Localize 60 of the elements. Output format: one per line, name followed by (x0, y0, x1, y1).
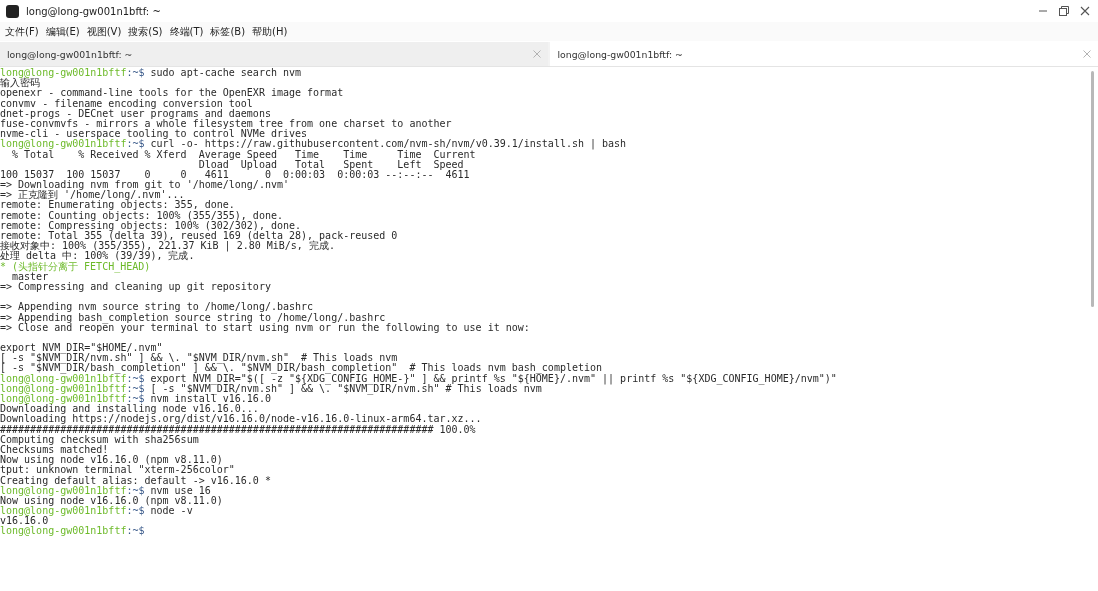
terminal-tab[interactable]: long@long-gw001n1bftf: ~ (549, 42, 1098, 66)
output-text: remote: Total 355 (delta 39), reused 169 (delta 28), pack-reused 0 (0, 230, 398, 241)
command-text: nvm install v16.16.0 (150, 393, 271, 404)
prompt-user: long@long-gw001n1bftf (0, 393, 127, 404)
output-text: [ -s "$NVM_DIR/nvm.sh" ] && \. "$NVM_DIR/nvm.sh" # This loads nvm (0, 352, 398, 364)
output-text: ######################################################################## 100.0% (0, 423, 476, 435)
prompt-path: :~$ (126, 67, 145, 78)
output-text: [ -s "$NVM_DIR/bash_completion" ] && \. "$NVM_DIR/bash_completion" # This loads nvm bash_completion (0, 362, 603, 374)
command-text: sudo apt-cache search nvm (149, 67, 302, 78)
prompt-path: :~$ (126, 382, 145, 394)
output-text: Creating default alias: default -> v16.16.0 * (0, 474, 271, 486)
output-text: nvme-cli - userspace tooling to control NVMe drives (0, 128, 308, 140)
menu-item[interactable]: 视图(V) (86, 24, 122, 39)
command-text: curl -o- https://raw.githubusercontent.com/nvm-sh/nvm/v0.39.1/install.sh | bash (150, 138, 627, 150)
output-text: remote: Counting objects: 100% (355/355), done. (0, 209, 283, 221)
output-text: => Compressing and cleaning up git repository (0, 280, 271, 292)
menu-item[interactable]: 编辑(E) (45, 24, 80, 39)
prompt-user: long@long-gw001n1bftf (0, 67, 127, 78)
menu-item[interactable]: 搜索(S) (128, 24, 163, 39)
prompt-user: long@long-gw001n1bftf (0, 525, 127, 537)
command-text: node -v (150, 505, 193, 517)
output-text: remote: Enumerating objects: 355, done. (0, 199, 235, 211)
terminal-tab[interactable]: long@long-gw001n1bftf: ~ (0, 42, 548, 66)
prompt-user: long@long-gw001n1bftf (0, 505, 127, 517)
output-text: => 正克隆到 '/home/long/.nvm'... (0, 189, 185, 201)
output-text: 处理 delta 中: 100% (39/39), 完成. (0, 250, 195, 262)
prompt-path: :~$ (126, 484, 145, 496)
command-text: nvm use 16 (149, 484, 211, 496)
output-text: Now using node v16.16.0 (npm v8.11.0) (0, 454, 223, 466)
prompt-user: long@long-gw001n1bftf (0, 372, 127, 384)
close-icon[interactable] (1080, 6, 1090, 16)
prompt-path: :~$ (126, 138, 145, 150)
terminal-app-icon (6, 4, 19, 18)
output-text: Downloading https://nodejs.org/dist/v16.16.0/node-v16.16.0-linux-arm64.tar.xz... (0, 413, 482, 425)
output-text: => Appending nvm source string to /home/long/.bashrc (0, 301, 314, 313)
output-text: convmv - filename encoding conversion tool (0, 97, 253, 109)
prompt-path: :~$ (126, 505, 145, 517)
output-text: master (11, 270, 49, 282)
scrollbar[interactable] (1091, 71, 1094, 307)
prompt-user: long@long-gw001n1bftf (0, 138, 127, 150)
prompt-path: :~$ (126, 525, 145, 537)
window-title: long@long-gw001n1bftf: ~ (26, 5, 161, 17)
output-text: tput: unknown terminal "xterm-256color" (0, 464, 235, 476)
output-text: openexr - command-line tools for the OpenEXR image format (0, 87, 344, 99)
menu-item[interactable]: 终端(T) (169, 24, 204, 39)
output-text: export NVM_DIR="$HOME/.nvm" (0, 342, 163, 354)
prompt-path: :~$ (126, 393, 145, 404)
output-text: Downloading and installing node v16.16.0... (0, 403, 259, 415)
output-text: 输入密码 (0, 77, 40, 89)
menu-item[interactable]: 文件(F) (5, 24, 39, 39)
menu-item[interactable]: 标签(B) (210, 24, 246, 39)
output-text: * (头指针分离于 FETCH_HEAD) (0, 260, 151, 272)
output-text: v16.16.0 (0, 515, 49, 527)
restore-icon[interactable] (1059, 6, 1069, 16)
prompt-path: :~$ (126, 372, 145, 384)
output-text: => Downloading nvm from git to '/home/long/.nvm' (0, 179, 289, 191)
output-text: => Appending bash_completion source string to /home/long/.bashrc (0, 311, 386, 323)
menu-item[interactable]: 帮助(H) (252, 24, 288, 39)
output-text: Computing checksum with sha256sum (0, 433, 199, 445)
output-text: % Total % Received % Xferd Average Speed Time Time Time Current (12, 148, 476, 160)
